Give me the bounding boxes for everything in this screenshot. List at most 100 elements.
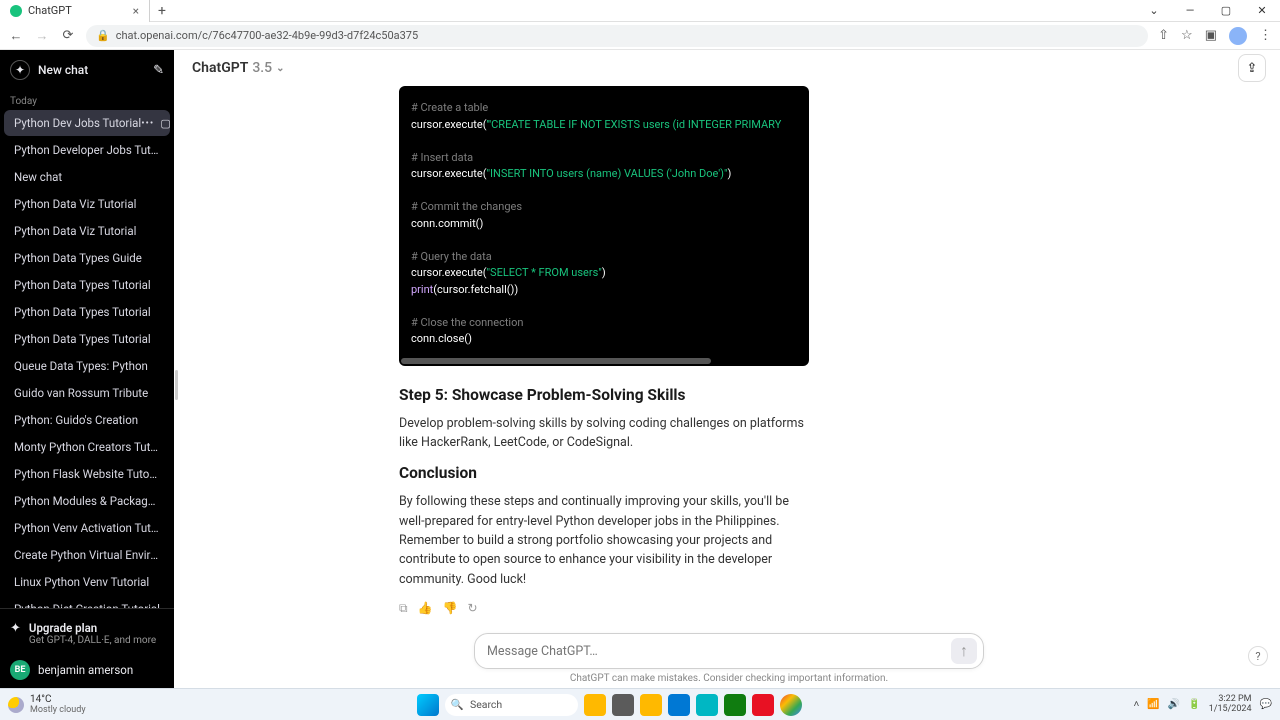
code-string: '''CREATE TABLE IF NOT EXISTS users (id … [487,118,782,131]
address-bar[interactable]: 🔒 chat.openai.com/c/76c47700-ae32-4b9e-9… [86,25,1148,47]
thumbs-down-icon[interactable]: 👎 [443,601,458,616]
upgrade-plan-button[interactable]: ✦ Upgrade plan Get GPT-4, DALL·E, and mo… [10,617,164,654]
date: 1/15/2024 [1209,705,1252,715]
section-conclusion: Conclusion By following these steps and … [399,464,809,589]
chevron-down-icon[interactable]: ⌄ [1136,0,1172,22]
taskbar-app[interactable] [612,694,634,716]
taskbar-center: 🔍 Search [417,694,802,716]
chat-item[interactable]: Create Python Virtual Environmen [4,542,170,568]
code-comment: # Query the data [411,250,492,263]
share-icon[interactable]: ⇧ [1158,28,1169,43]
regenerate-icon[interactable]: ↻ [467,601,477,616]
chat-item[interactable]: Python Data Types Tutorial [4,299,170,325]
chat-item-label: Python Dev Jobs Tutorial [14,116,141,130]
taskbar-app-chrome[interactable] [780,694,802,716]
close-button[interactable]: ✕ [1244,0,1280,22]
taskbar-app[interactable] [696,694,718,716]
wifi-icon[interactable]: 📶 [1147,699,1159,710]
chat-item[interactable]: Python Modules & Packages Tut... [4,488,170,514]
disclaimer-text: ChatGPT can make mistakes. Consider chec… [570,673,888,684]
chat-item[interactable]: Linux Python Venv Tutorial [4,569,170,595]
minimize-button[interactable]: — [1172,0,1208,22]
new-chat-button[interactable]: ✦ New chat ✎ [0,50,174,90]
tab-close-icon[interactable]: × [133,4,139,18]
taskbar-app-file-explorer[interactable] [584,694,606,716]
weather-condition: Mostly cloudy [30,705,86,715]
content-pane: ChatGPT 3.5 ⌄ ⇪ # Create a table cursor.… [178,50,1280,688]
code-block: # Create a table cursor.execute('''CREAT… [399,86,809,366]
help-button[interactable]: ? [1248,646,1268,666]
window-titlebar: ChatGPT × + ⌄ — ▢ ✕ [0,0,1280,22]
chat-item[interactable]: Python Flask Website Tutorial [4,461,170,487]
composer: ↑ ChatGPT can make mistakes. Consider ch… [178,625,1280,688]
conversation[interactable]: # Create a table cursor.execute('''CREAT… [178,86,1280,625]
system-tray: ˄ 📶 🔊 🔋 3:22 PM 1/15/2024 💬 [1134,695,1273,715]
taskbar-app[interactable] [752,694,774,716]
tray-chevron-icon[interactable]: ˄ [1134,699,1140,710]
weather-widget[interactable]: 14°C Mostly cloudy [8,694,86,715]
chat-item[interactable]: Python Dev Jobs Tutorial ••• ▢ [4,110,170,136]
share-button[interactable]: ⇪ [1238,54,1266,82]
code-comment: # Close the connection [411,316,523,329]
maximize-button[interactable]: ▢ [1208,0,1244,22]
feedback-row: ⧉ 👍 👎 ↻ [399,601,1089,616]
menu-icon[interactable]: ⋮ [1259,28,1272,43]
taskbar-app[interactable] [724,694,746,716]
thumbs-up-icon[interactable]: 👍 [418,601,433,616]
model-selector[interactable]: ChatGPT 3.5 ⌄ [192,60,285,76]
copy-icon[interactable]: ⧉ [399,601,408,616]
toolbar-right: ⇧ ☆ ▣ ⋮ [1158,27,1272,45]
notifications-icon[interactable]: 💬 [1260,699,1272,710]
send-button[interactable]: ↑ [951,638,977,664]
chevron-down-icon: ⌄ [276,63,284,74]
lock-icon: 🔒 [96,29,110,42]
taskbar-app-edge[interactable] [668,694,690,716]
chat-item[interactable]: Python Venv Activation Tutorial [4,515,170,541]
taskbar-search[interactable]: 🔍 Search [445,694,578,716]
taskbar-app[interactable] [640,694,662,716]
openai-logo-icon: ✦ [10,60,30,80]
chat-item[interactable]: New chat [4,164,170,190]
volume-icon[interactable]: 🔊 [1168,699,1180,710]
chat-item[interactable]: Python Developer Jobs Tutorial [4,137,170,163]
battery-icon[interactable]: 🔋 [1188,699,1200,710]
reload-button[interactable]: ⟳ [60,28,76,43]
chat-item[interactable]: Python Data Viz Tutorial [4,191,170,217]
chat-item[interactable]: Python Dict Creation Tutorial [4,596,170,608]
clock[interactable]: 3:22 PM 1/15/2024 [1209,695,1252,715]
chat-item[interactable]: Python Data Types Guide [4,245,170,271]
compose-icon[interactable]: ✎ [153,63,164,78]
chat-item[interactable]: Queue Data Types: Python [4,353,170,379]
horizontal-scrollbar[interactable] [401,358,711,364]
sparkle-icon: ✦ [10,621,21,636]
url-text: chat.openai.com/c/76c47700-ae32-4b9e-99d… [116,29,418,42]
chat-list: Python Dev Jobs Tutorial ••• ▢ Python De… [0,109,174,608]
code-string: "INSERT INTO users (name) VALUES ('John … [487,167,728,180]
code-text: conn.close() [411,332,472,345]
back-button[interactable]: ← [8,28,24,44]
chat-item[interactable]: Python Data Types Tutorial [4,326,170,352]
chat-item[interactable]: Guido van Rossum Tribute [4,380,170,406]
code-string: "SELECT * FROM users" [487,266,602,279]
section-step5: Step 5: Showcase Problem-Solving Skills … [399,386,809,453]
chat-item[interactable]: Python Data Types Tutorial [4,272,170,298]
conclusion-heading: Conclusion [399,464,809,482]
archive-icon[interactable]: ▢ [160,117,170,130]
chat-item[interactable]: Monty Python Creators Tutorial [4,434,170,460]
sidebar-footer: ✦ Upgrade plan Get GPT-4, DALL·E, and mo… [0,608,174,688]
profile-avatar[interactable] [1229,27,1247,45]
extensions-icon[interactable]: ▣ [1205,28,1217,43]
start-button[interactable] [417,694,439,716]
browser-tab[interactable]: ChatGPT × [0,0,150,22]
message-input[interactable] [487,644,951,659]
code-comment: # Commit the changes [411,200,522,213]
more-icon[interactable]: ••• [141,118,154,129]
forward-button[interactable]: → [34,28,50,44]
message-input-container[interactable]: ↑ [474,633,984,669]
profile-menu[interactable]: BE benjamin amerson [10,654,164,680]
sidebar: ✦ New chat ✎ Today Python Dev Jobs Tutor… [0,50,174,688]
chat-item[interactable]: Python: Guido's Creation [4,407,170,433]
chat-item[interactable]: Python Data Viz Tutorial [4,218,170,244]
bookmark-icon[interactable]: ☆ [1181,28,1193,43]
new-tab-button[interactable]: + [150,3,174,19]
